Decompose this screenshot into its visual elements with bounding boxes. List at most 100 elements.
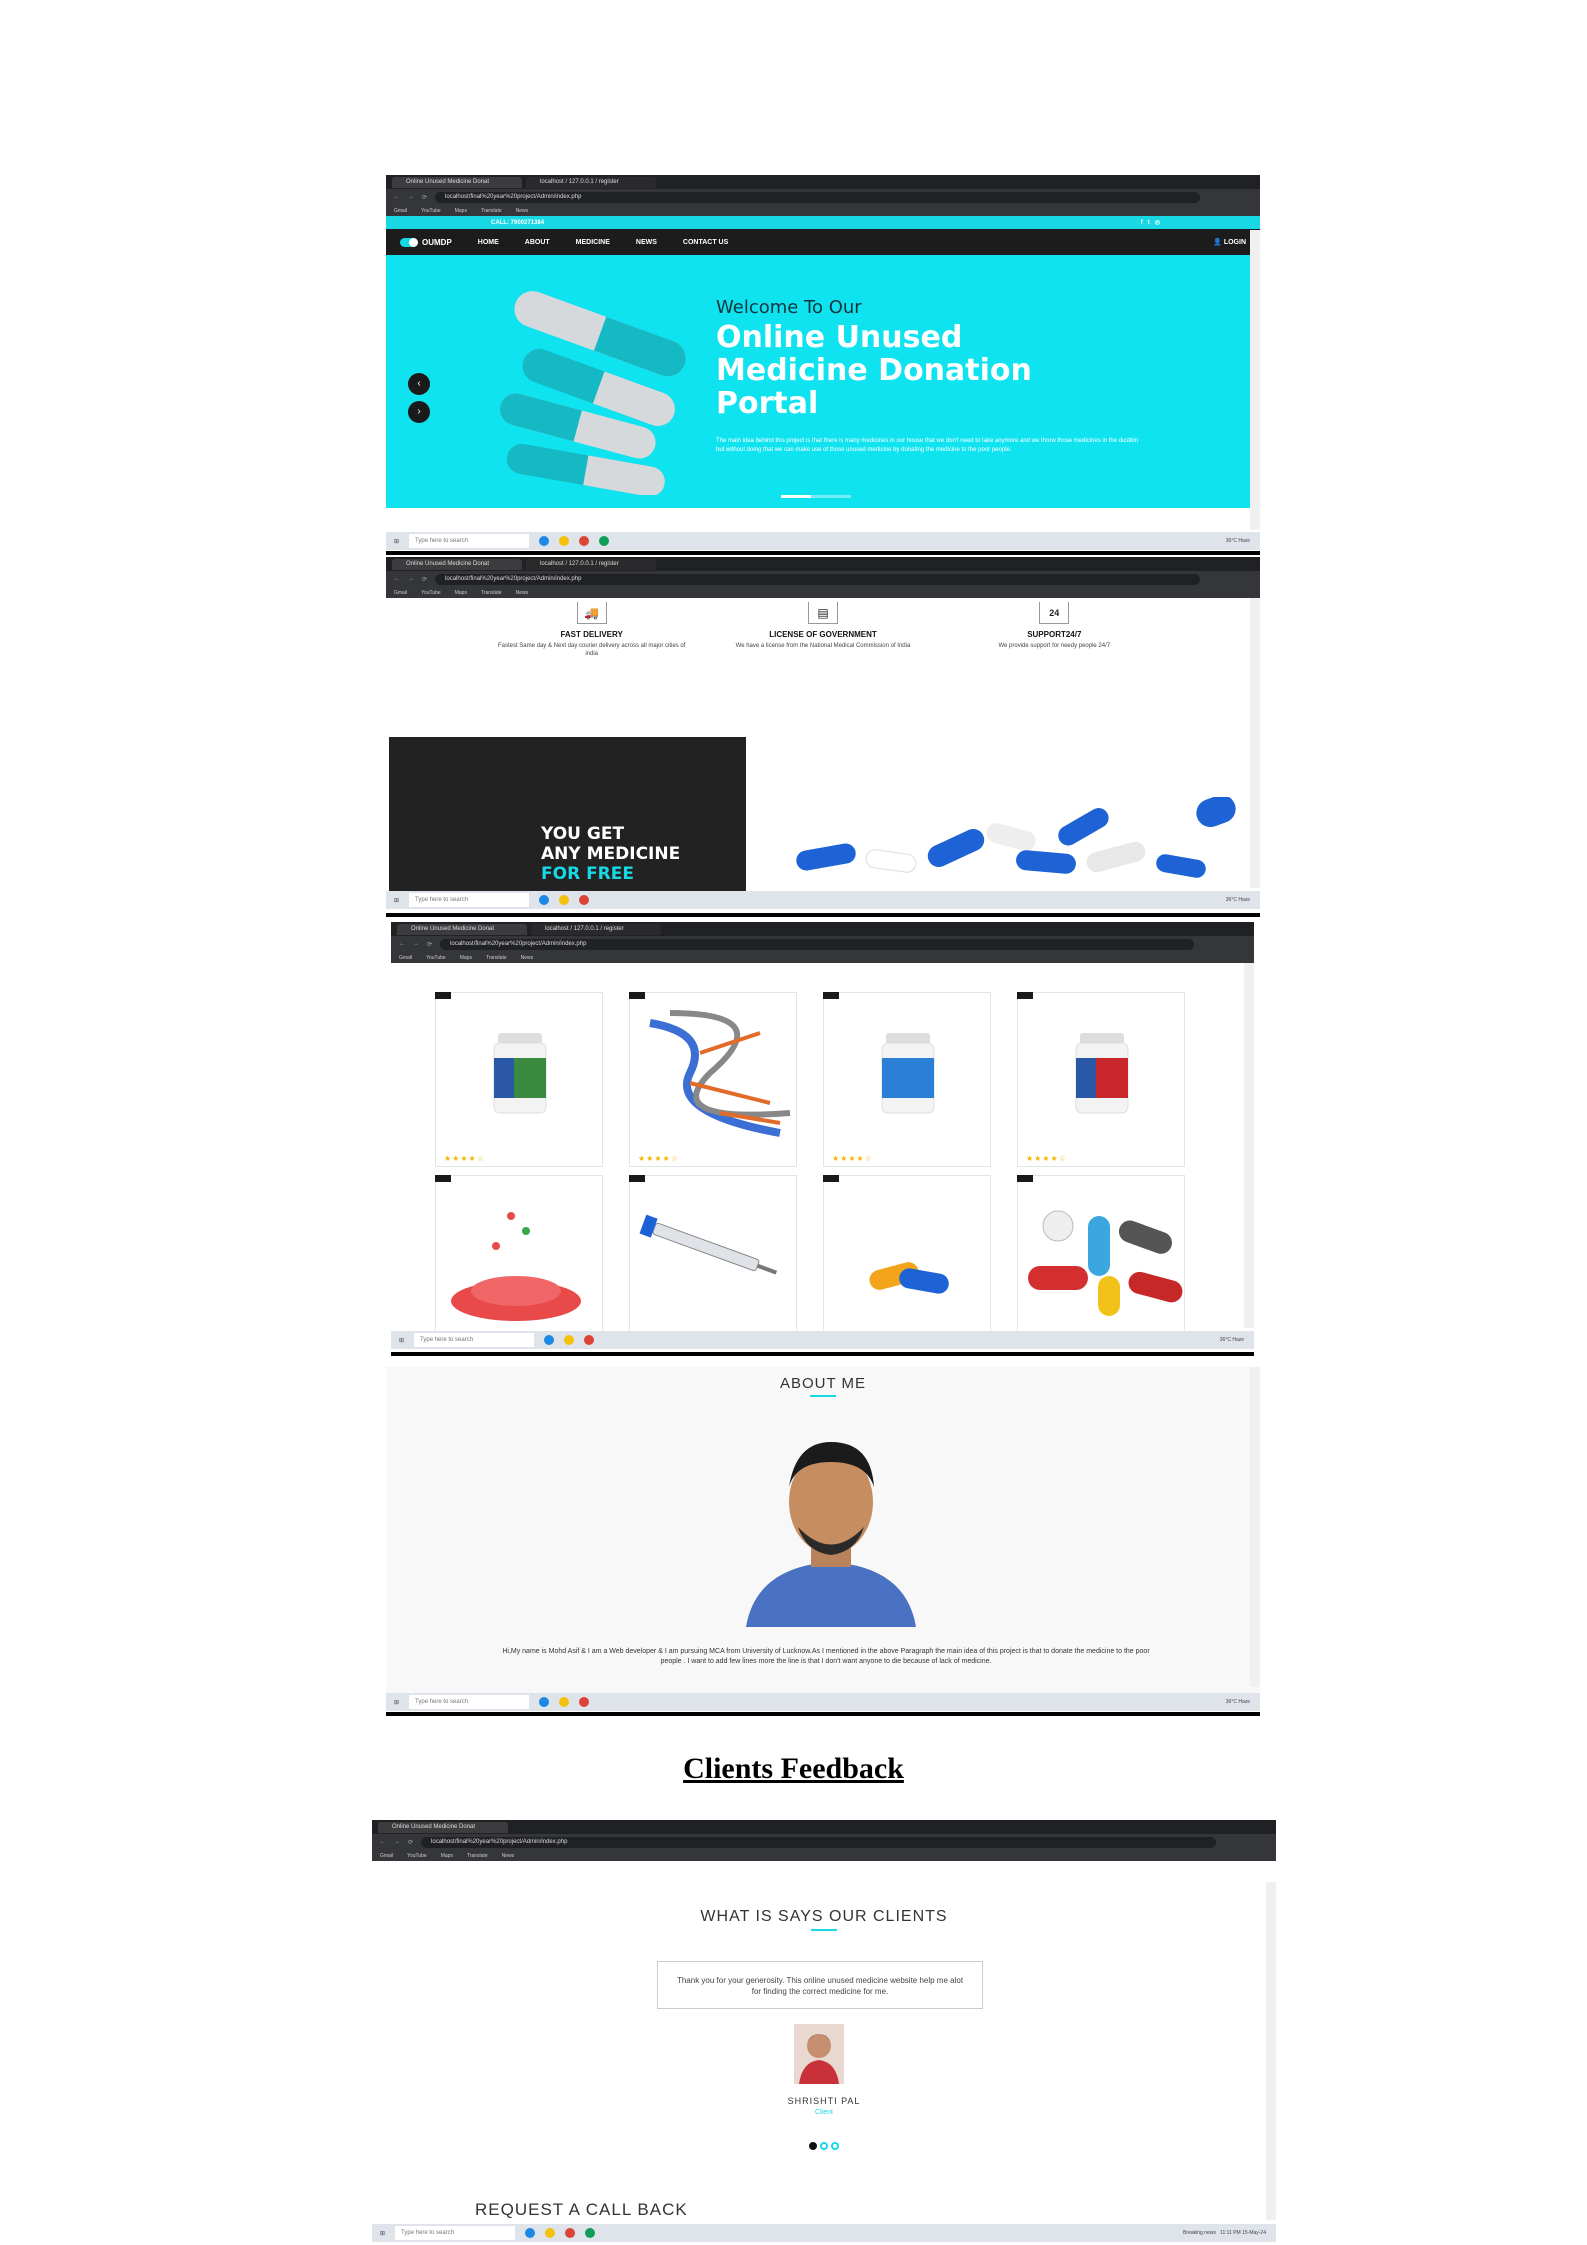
reload-icon[interactable]: ⟳ (422, 194, 427, 201)
back-icon[interactable]: ← (399, 941, 405, 947)
browser-tab-active[interactable]: Online Unused Medicine Donat (397, 923, 527, 935)
reload-icon[interactable]: ⟳ (427, 941, 432, 948)
tray-weather[interactable]: 36°C Haze (1220, 1337, 1254, 1343)
app-chrome-icon[interactable] (579, 1697, 590, 1707)
forward-icon[interactable]: → (394, 1839, 400, 1845)
address-bar[interactable]: localhost/final%20year%20project/Admin/i… (421, 1836, 1216, 1848)
bookmark-news[interactable]: News (502, 1853, 515, 1859)
bookmark-news[interactable]: News (516, 590, 529, 596)
tray-weather[interactable]: 36°C Haze (1226, 538, 1260, 544)
nav-medicine[interactable]: MEDICINE (576, 239, 610, 246)
app-explorer-icon[interactable] (559, 1697, 570, 1707)
app-explorer-icon[interactable] (564, 1335, 575, 1345)
app-chrome-icon[interactable] (584, 1335, 595, 1345)
bookmark-gmail[interactable]: Gmail (399, 955, 412, 961)
taskbar-search[interactable]: Type here to search (414, 1333, 535, 1347)
social-icons[interactable]: f t ◎ (1141, 219, 1160, 226)
tray-weather[interactable]: 36°C Haze (1226, 1699, 1260, 1705)
page-scrollbar[interactable] (1250, 230, 1260, 530)
bookmark-translate[interactable]: Translate (486, 955, 507, 961)
bookmark-maps[interactable]: Maps (460, 955, 472, 961)
nav-contact[interactable]: CONTACT US (683, 239, 728, 246)
bookmark-youtube[interactable]: YouTube (421, 590, 441, 596)
app-explorer-icon[interactable] (559, 536, 570, 546)
start-icon[interactable]: ⊞ (394, 1699, 399, 1706)
forward-icon[interactable]: → (413, 941, 419, 947)
forward-icon[interactable]: → (408, 194, 414, 200)
back-icon[interactable]: ← (380, 1839, 386, 1845)
product-card-red-bottle[interactable]: ★★★★☆ (1017, 992, 1185, 1167)
pagination-dot-3[interactable] (831, 2142, 839, 2150)
page-scrollbar[interactable] (1244, 963, 1254, 1328)
pagination-dot-2[interactable] (820, 2142, 828, 2150)
product-card-syringe[interactable]: ★★★★☆ (629, 1175, 797, 1349)
reload-icon[interactable]: ⟳ (408, 1839, 413, 1846)
address-bar[interactable]: localhost/final%20year%20project/Admin/i… (440, 938, 1194, 950)
taskbar-search[interactable]: Type here to search (409, 893, 530, 907)
bookmark-news[interactable]: News (516, 208, 529, 214)
app-edge-icon[interactable] (539, 536, 550, 546)
tray-weather[interactable]: 36°C Haze (1226, 897, 1260, 903)
bookmark-maps[interactable]: Maps (441, 1853, 453, 1859)
app-chrome-icon[interactable] (579, 895, 590, 905)
product-card-dna[interactable]: ★★★★☆ (629, 992, 797, 1167)
nav-about[interactable]: ABOUT (525, 239, 550, 246)
product-card-capsules[interactable]: ★★★★☆ (823, 1175, 991, 1349)
product-card-green-bottle[interactable]: ★★★★☆ (435, 992, 603, 1167)
bookmark-gmail[interactable]: Gmail (394, 208, 407, 214)
back-icon[interactable]: ← (394, 576, 400, 582)
browser-tab-active[interactable]: Online Unused Medicine Donat (392, 558, 522, 570)
browser-tab-second[interactable]: localhost / 127.0.0.1 / register (526, 176, 656, 188)
address-bar[interactable]: localhost/final%20year%20project/Admin/i… (435, 191, 1200, 203)
nav-home[interactable]: HOME (478, 239, 499, 246)
page-scrollbar[interactable] (1250, 1367, 1260, 1687)
app-explorer-icon[interactable] (545, 2228, 556, 2238)
taskbar-search[interactable]: Type here to search (409, 1695, 530, 1709)
browser-tab-active[interactable]: Online Unused Medicine Donat (392, 176, 522, 188)
bookmark-maps[interactable]: Maps (455, 590, 467, 596)
page-scrollbar[interactable] (1250, 598, 1260, 888)
site-logo[interactable]: OUMDP (400, 237, 452, 247)
bookmark-gmail[interactable]: Gmail (380, 1853, 393, 1859)
taskbar-search[interactable]: Type here to search (395, 2226, 516, 2240)
forward-icon[interactable]: → (408, 576, 414, 582)
carousel-prev-button[interactable]: ‹ (408, 373, 430, 395)
bookmark-youtube[interactable]: YouTube (421, 208, 441, 214)
tray-news[interactable]: Breaking news 11:11 PM 15-May-24 (1183, 2230, 1276, 2236)
start-icon[interactable]: ⊞ (394, 897, 399, 904)
nav-news[interactable]: NEWS (636, 239, 657, 246)
app-edge-icon[interactable] (544, 1335, 555, 1345)
bookmark-gmail[interactable]: Gmail (394, 590, 407, 596)
app-chrome-icon[interactable] (579, 536, 590, 546)
page-scrollbar[interactable] (1266, 1882, 1276, 2220)
back-icon[interactable]: ← (394, 194, 400, 200)
product-card-pills-pile[interactable]: ★★★★☆ (435, 1175, 603, 1349)
app-chrome-icon[interactable] (565, 2228, 576, 2238)
pagination-dot-1[interactable] (809, 2142, 817, 2150)
taskbar-search[interactable]: Type here to search (409, 534, 530, 548)
address-bar[interactable]: localhost/final%20year%20project/Admin/i… (435, 573, 1200, 585)
app-edge-icon[interactable] (539, 895, 550, 905)
bookmark-translate[interactable]: Translate (481, 590, 502, 596)
bookmark-news[interactable]: News (521, 955, 534, 961)
product-card-assorted-pills[interactable]: ★★★★☆ (1017, 1175, 1185, 1349)
carousel-indicator[interactable] (781, 495, 851, 498)
bookmark-youtube[interactable]: YouTube (426, 955, 446, 961)
carousel-next-button[interactable]: › (408, 401, 430, 423)
app-vscode-icon[interactable] (599, 536, 610, 546)
app-edge-icon[interactable] (525, 2228, 536, 2238)
browser-tab-second[interactable]: localhost / 127.0.0.1 / register (531, 923, 661, 935)
reload-icon[interactable]: ⟳ (422, 576, 427, 583)
start-icon[interactable]: ⊞ (380, 2230, 385, 2237)
app-edge-icon[interactable] (539, 1697, 550, 1707)
bookmark-maps[interactable]: Maps (455, 208, 467, 214)
start-icon[interactable]: ⊞ (399, 1337, 404, 1344)
product-card-blue-bottle[interactable]: ★★★★☆ (823, 992, 991, 1167)
bookmark-translate[interactable]: Translate (481, 208, 502, 214)
app-vscode-icon[interactable] (585, 2228, 596, 2238)
bookmark-translate[interactable]: Translate (467, 1853, 488, 1859)
browser-tab-active[interactable]: Online Unused Medicine Donat (378, 1821, 508, 1833)
start-icon[interactable]: ⊞ (394, 538, 399, 545)
app-explorer-icon[interactable] (559, 895, 570, 905)
bookmark-youtube[interactable]: YouTube (407, 1853, 427, 1859)
